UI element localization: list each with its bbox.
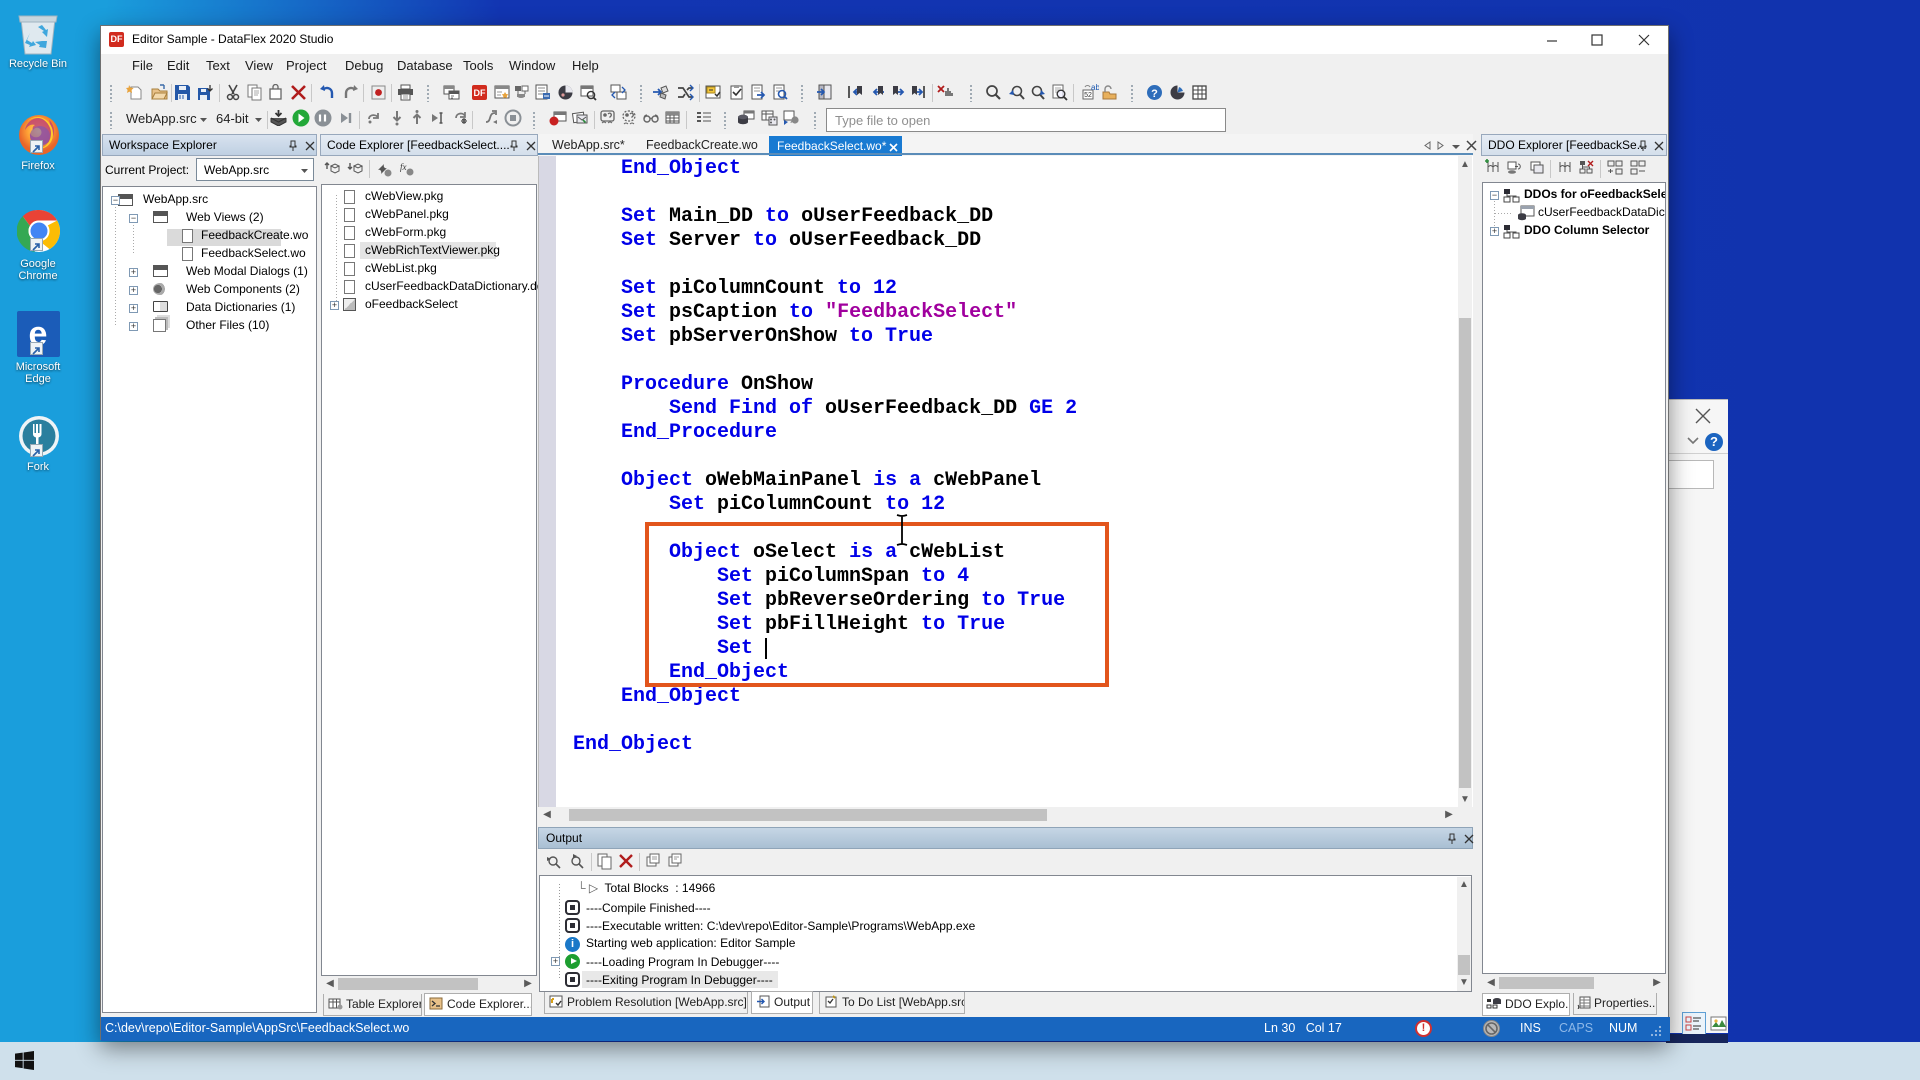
svg-text:fx: fx xyxy=(400,162,407,172)
svg-text:52: 52 xyxy=(1084,92,1092,99)
svg-text:DF: DF xyxy=(474,88,486,98)
svg-text:ab: ab xyxy=(1091,84,1099,92)
svg-text:?: ? xyxy=(1151,88,1158,100)
